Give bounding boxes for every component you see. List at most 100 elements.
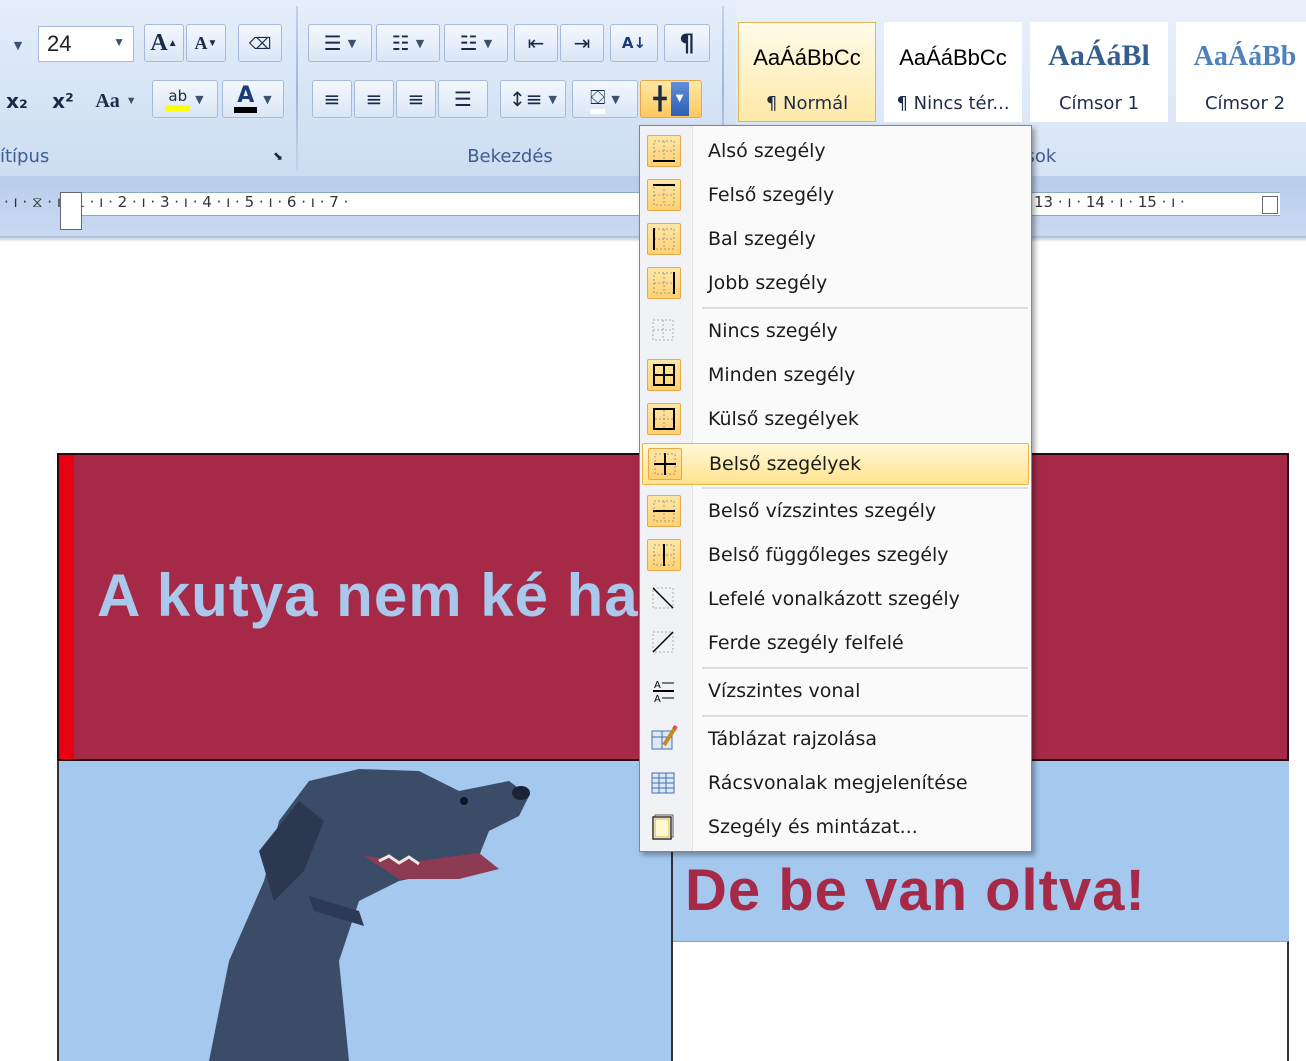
font-group-label: ítípus bbox=[0, 146, 50, 167]
menu-item-diagonal-up-border[interactable]: Ferde szegély felfelé bbox=[642, 623, 1029, 665]
increase-indent-icon: ⇥ bbox=[573, 31, 591, 55]
menu-item-draw-table[interactable]: Táblázat rajzolása bbox=[642, 719, 1029, 761]
menu-separator bbox=[702, 307, 1028, 310]
style-normal[interactable]: AaÁáBbCc ¶ Normál bbox=[738, 22, 876, 122]
inside-vertical-border-icon bbox=[647, 539, 681, 571]
numbering-icon: ☷ bbox=[391, 31, 410, 55]
font-color-icon: A bbox=[234, 85, 258, 113]
menu-item-label: Lefelé vonalkázott szegély bbox=[708, 588, 960, 610]
sort-button[interactable]: A↓ bbox=[610, 24, 658, 62]
font-color-button[interactable]: A ▼ bbox=[222, 80, 284, 118]
shading-button[interactable]: ⛋ ▼ bbox=[572, 80, 638, 118]
menu-item-label: Vízszintes vonal bbox=[708, 680, 861, 702]
inside-borders-icon bbox=[648, 448, 682, 480]
menu-item-label: Belső szegélyek bbox=[709, 453, 862, 475]
clear-formatting-button[interactable]: ⌫ bbox=[238, 24, 282, 62]
menu-item-horizontal-line[interactable]: AA Vízszintes vonal bbox=[642, 671, 1029, 713]
borders-and-shading-icon bbox=[647, 811, 681, 843]
svg-text:A: A bbox=[654, 680, 661, 691]
menu-item-left-border[interactable]: Bal szegély bbox=[642, 219, 1029, 261]
font-size-value: 24 bbox=[47, 31, 72, 56]
menu-item-outside-borders[interactable]: Külső szegélyek bbox=[642, 399, 1029, 441]
align-right-button[interactable]: ≡ bbox=[396, 80, 436, 118]
superscript-button[interactable]: x² bbox=[44, 82, 82, 120]
chevron-down-icon[interactable]: ▼ bbox=[113, 35, 125, 49]
line-spacing-button[interactable]: ↕≡ ▼ bbox=[500, 80, 566, 118]
all-borders-icon bbox=[647, 359, 681, 391]
justify-icon: ☰ bbox=[454, 87, 472, 111]
ruler-right-ticks: 13 · ı · 14 · ı · 15 · ı · bbox=[1034, 193, 1185, 211]
left-border-icon bbox=[647, 223, 681, 255]
menu-item-label: Jobb szegély bbox=[708, 272, 828, 294]
shrink-font-button[interactable]: A ▼ bbox=[186, 24, 226, 62]
menu-item-view-gridlines[interactable]: Rácsvonalak megjelenítése bbox=[642, 763, 1029, 805]
menu-item-label: Minden szegély bbox=[708, 364, 856, 386]
multilevel-list-button[interactable]: ☳ ▼ bbox=[444, 24, 508, 62]
style-no-spacing[interactable]: AaÁáBbCc ¶ Nincs tér... bbox=[884, 22, 1022, 122]
table-cell-empty[interactable] bbox=[673, 941, 1289, 1061]
font-name-dropdown-arrow[interactable]: ▼ bbox=[0, 26, 30, 64]
menu-item-label: Külső szegélyek bbox=[708, 408, 859, 430]
menu-item-inside-borders[interactable]: Belső szegélyek bbox=[642, 443, 1029, 485]
menu-item-inside-vertical-border[interactable]: Belső függőleges szegély bbox=[642, 535, 1029, 577]
menu-item-diagonal-down-border[interactable]: Lefelé vonalkázott szegély bbox=[642, 579, 1029, 621]
diagonal-down-border-icon bbox=[647, 583, 681, 615]
menu-item-label: Táblázat rajzolása bbox=[708, 728, 877, 750]
menu-item-label: Belső függőleges szegély bbox=[708, 544, 949, 566]
group-divider bbox=[296, 6, 298, 170]
align-left-icon: ≡ bbox=[323, 87, 341, 111]
draw-table-icon bbox=[647, 723, 681, 755]
no-border-icon bbox=[647, 315, 681, 347]
grow-font-button[interactable]: A ▲ bbox=[144, 24, 184, 62]
menu-item-label: Ferde szegély felfelé bbox=[708, 632, 904, 654]
menu-separator bbox=[702, 715, 1028, 718]
numbering-button[interactable]: ☷ ▼ bbox=[376, 24, 440, 62]
subscript-button[interactable]: x₂ bbox=[0, 82, 34, 120]
indent-marker-icon[interactable] bbox=[60, 192, 82, 230]
eraser-icon: ⌫ bbox=[248, 33, 272, 53]
right-indent-marker-icon[interactable] bbox=[1262, 196, 1278, 214]
outside-borders-icon bbox=[647, 403, 681, 435]
svg-text:A: A bbox=[654, 694, 661, 705]
menu-item-label: Belső vízszintes szegély bbox=[708, 500, 937, 522]
diagonal-up-border-icon bbox=[647, 627, 681, 659]
borders-button[interactable]: ╋ ▼ bbox=[640, 80, 702, 118]
menu-item-label: Alsó szegély bbox=[708, 140, 826, 162]
menu-separator bbox=[702, 487, 1028, 490]
highlight-color-button[interactable]: ab ▼ bbox=[152, 80, 218, 118]
align-center-button[interactable]: ≡ bbox=[354, 80, 394, 118]
menu-item-no-border[interactable]: Nincs szegély bbox=[642, 311, 1029, 353]
view-gridlines-icon bbox=[647, 767, 681, 799]
justify-button[interactable]: ☰ bbox=[438, 80, 488, 118]
menu-item-borders-and-shading[interactable]: Szegély és mintázat... bbox=[642, 807, 1029, 849]
decrease-indent-button[interactable]: ⇤ bbox=[514, 24, 558, 62]
align-left-button[interactable]: ≡ bbox=[312, 80, 352, 118]
menu-item-label: Bal szegély bbox=[708, 228, 816, 250]
change-case-button[interactable]: Aa ▼ bbox=[88, 82, 144, 120]
chevron-down-icon[interactable]: ▼ bbox=[670, 82, 689, 116]
menu-item-all-borders[interactable]: Minden szegély bbox=[642, 355, 1029, 397]
show-formatting-button[interactable]: ¶ bbox=[664, 24, 710, 62]
sort-icon: A↓ bbox=[621, 34, 647, 52]
font-size-combobox[interactable]: 24 ▼ bbox=[38, 26, 134, 62]
table-cell-image[interactable] bbox=[57, 761, 673, 1061]
right-border-icon bbox=[647, 267, 681, 299]
bullets-icon: ☰ bbox=[323, 31, 342, 55]
ruler-left-ticks: · ı · ⧖ · ı · 1 · ı · 2 · ı · 3 · ı · 4 … bbox=[4, 193, 349, 211]
style-heading-2[interactable]: AaÁáBb Címsor 2 bbox=[1176, 22, 1306, 122]
menu-item-top-border[interactable]: Felső szegély bbox=[642, 175, 1029, 217]
bullets-button[interactable]: ☰ ▼ bbox=[308, 24, 372, 62]
menu-item-label: Szegély és mintázat... bbox=[708, 816, 918, 838]
font-dialog-launcher-icon[interactable]: ⬊ bbox=[266, 144, 290, 168]
increase-indent-button[interactable]: ⇥ bbox=[560, 24, 604, 62]
menu-item-label: Rácsvonalak megjelenítése bbox=[708, 772, 968, 794]
menu-item-label: Felső szegély bbox=[708, 184, 835, 206]
menu-separator bbox=[702, 667, 1028, 670]
menu-item-inside-horizontal-border[interactable]: Belső vízszintes szegély bbox=[642, 491, 1029, 533]
menu-item-right-border[interactable]: Jobb szegély bbox=[642, 263, 1029, 305]
style-heading-1[interactable]: AaÁáBl Címsor 1 bbox=[1030, 22, 1168, 122]
highlighter-icon: ab bbox=[166, 87, 190, 111]
pilcrow-icon: ¶ bbox=[679, 29, 695, 57]
paint-bucket-icon: ⛋ bbox=[590, 85, 606, 114]
menu-item-bottom-border[interactable]: Alsó szegély bbox=[642, 131, 1029, 173]
